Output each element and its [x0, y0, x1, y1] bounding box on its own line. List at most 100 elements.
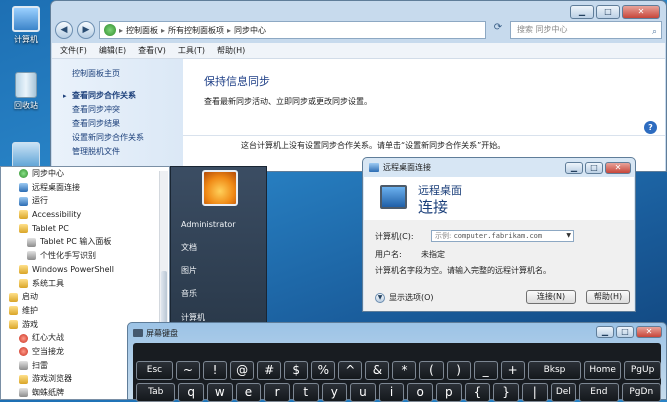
- program-label: 维护: [22, 305, 38, 315]
- key-symbol[interactable]: &: [365, 361, 390, 380]
- chevron-down-icon[interactable]: ▼: [566, 231, 571, 241]
- key-tab[interactable]: Tab: [136, 383, 176, 402]
- keyboard-icon: [133, 329, 143, 337]
- key-pgdn[interactable]: PgDn: [621, 383, 661, 402]
- folder-icon: [9, 306, 18, 316]
- key-symbol[interactable]: }: [493, 383, 519, 402]
- key-y[interactable]: y: [321, 383, 348, 402]
- key-home[interactable]: Home: [584, 361, 622, 380]
- key-symbol[interactable]: $: [284, 361, 309, 380]
- sidebar: 控制面板主页 查看同步合作关系 查看同步冲突 查看同步结果 设置新同步合作关系 …: [52, 59, 183, 171]
- program-list-item[interactable]: Accessibility: [1, 208, 169, 222]
- breadcrumb-item[interactable]: 控制面板: [126, 25, 158, 36]
- sidebar-item-partnerships[interactable]: 查看同步合作关系: [63, 89, 183, 103]
- key-symbol[interactable]: %: [311, 361, 336, 380]
- program-list-item[interactable]: Tablet PC 输入面板: [1, 235, 169, 249]
- key-symbol[interactable]: #: [257, 361, 282, 380]
- program-list-item[interactable]: Tablet PC: [1, 222, 169, 236]
- minimize-button[interactable]: ▁: [570, 5, 594, 19]
- menu-edit[interactable]: 编辑(E): [99, 45, 126, 56]
- key-symbol[interactable]: ): [446, 361, 471, 380]
- key-symbol[interactable]: |: [521, 383, 548, 402]
- program-label: 游戏浏览器: [32, 374, 72, 384]
- key-r[interactable]: r: [264, 383, 290, 402]
- sidebar-item-results[interactable]: 查看同步结果: [72, 117, 183, 131]
- sidebar-home-link[interactable]: 控制面板主页: [72, 67, 183, 81]
- close-button[interactable]: ✕: [605, 162, 631, 174]
- close-button[interactable]: ✕: [636, 326, 662, 338]
- menu-help[interactable]: 帮助(H): [217, 45, 245, 56]
- menu-tools[interactable]: 工具(T): [178, 45, 205, 56]
- desktop-icon-recycle-bin[interactable]: 回收站: [4, 72, 48, 111]
- keyboard-board: Esc ~! @ # $% ^ & *() _ + Bksp Home PgUp Tab q w e r t y u i…: [133, 343, 662, 402]
- key-e[interactable]: e: [235, 383, 262, 402]
- key-end[interactable]: End: [579, 383, 619, 402]
- minimize-button[interactable]: ▁: [596, 326, 614, 338]
- close-button[interactable]: ✕: [622, 5, 660, 19]
- key-symbol[interactable]: _: [473, 361, 498, 380]
- breadcrumb-item[interactable]: 同步中心: [234, 25, 266, 36]
- key-symbol[interactable]: *: [392, 361, 417, 380]
- program-list-item[interactable]: 个性化手写识别: [1, 249, 169, 263]
- key-symbol[interactable]: !: [202, 361, 228, 380]
- program-list-item[interactable]: 同步中心: [1, 167, 169, 181]
- back-button[interactable]: ◀: [55, 21, 73, 39]
- program-label: Accessibility: [32, 210, 82, 220]
- key-del[interactable]: Del: [550, 383, 577, 402]
- refresh-icon[interactable]: ⟳: [490, 22, 506, 38]
- program-list-item[interactable]: 运行: [1, 194, 169, 208]
- key-o[interactable]: o: [407, 383, 434, 402]
- on-screen-keyboard: 屏幕键盘 ▁ □ ✕ Esc ~! @ # $% ^ & *() _ + Bksp Home PgUp …: [127, 322, 667, 402]
- computer-combobox[interactable]: 示例: computer.fabrikam.com ▼: [431, 230, 574, 242]
- maximize-button[interactable]: □: [596, 5, 620, 19]
- maximize-button[interactable]: □: [585, 162, 603, 174]
- key-symbol[interactable]: (: [419, 361, 444, 380]
- key-i[interactable]: i: [378, 383, 405, 402]
- program-list-item[interactable]: 远程桌面连接: [1, 181, 169, 195]
- key-pgup[interactable]: PgUp: [624, 361, 662, 380]
- header-line2: 连接: [418, 198, 449, 216]
- key-p[interactable]: p: [436, 383, 462, 402]
- key-symbol[interactable]: ^: [338, 361, 363, 380]
- key-t[interactable]: t: [292, 383, 319, 402]
- key-u[interactable]: u: [350, 383, 376, 402]
- key-esc[interactable]: Esc: [136, 361, 173, 380]
- start-right-user[interactable]: Administrator: [181, 220, 236, 229]
- help-icon[interactable]: ?: [644, 121, 657, 134]
- show-options-toggle[interactable]: ▼ 显示选项(O): [375, 292, 434, 303]
- start-right-music[interactable]: 音乐: [181, 288, 197, 299]
- menu-file[interactable]: 文件(F): [60, 45, 87, 56]
- address-bar[interactable]: ▸ 控制面板 ▸ 所有控制面板项 ▸ 同步中心: [99, 21, 486, 39]
- menu-view[interactable]: 查看(V): [138, 45, 166, 56]
- remote-desktop-dialog: 远程桌面连接 ▁ □ ✕ 远程桌面 连接 计算机(C): 示例: compute…: [362, 157, 636, 312]
- page-description: 查看最新同步活动、立即同步或更改同步设置。: [204, 97, 372, 106]
- minimize-button[interactable]: ▁: [565, 162, 583, 174]
- user-picture[interactable]: [202, 170, 238, 206]
- program-list-item[interactable]: 维护: [1, 304, 169, 318]
- help-button[interactable]: 帮助(H): [586, 290, 630, 304]
- sidebar-item-offline-files[interactable]: 管理脱机文件: [72, 145, 183, 159]
- program-list-item[interactable]: 启动: [1, 290, 169, 304]
- sidebar-item-setup[interactable]: 设置新同步合作关系: [72, 131, 183, 145]
- key-symbol[interactable]: {: [464, 383, 491, 402]
- desktop-icon-computer[interactable]: 计算机: [4, 6, 48, 45]
- program-label: 空当接龙: [32, 346, 64, 356]
- key-bksp[interactable]: Bksp: [527, 361, 582, 380]
- key-symbol[interactable]: @: [230, 361, 255, 380]
- program-list-item[interactable]: 系统工具: [1, 277, 169, 291]
- start-right-documents[interactable]: 文档: [181, 242, 197, 253]
- program-list-item[interactable]: Windows PowerShell: [1, 263, 169, 277]
- folder-icon: [19, 265, 28, 275]
- key-symbol[interactable]: ~: [175, 361, 200, 380]
- key-symbol[interactable]: +: [500, 361, 525, 380]
- start-right-pictures[interactable]: 图片: [181, 265, 197, 276]
- control-panel-icon: [104, 24, 116, 36]
- breadcrumb-item[interactable]: 所有控制面板项: [168, 25, 224, 36]
- forward-button[interactable]: ▶: [77, 21, 95, 39]
- sidebar-item-conflicts[interactable]: 查看同步冲突: [72, 103, 183, 117]
- key-q[interactable]: q: [178, 383, 205, 402]
- connect-button[interactable]: 连接(N): [526, 290, 576, 304]
- key-w[interactable]: w: [207, 383, 233, 402]
- search-input[interactable]: 搜索 同步中心 ⌕: [510, 21, 662, 39]
- maximize-button[interactable]: □: [616, 326, 634, 338]
